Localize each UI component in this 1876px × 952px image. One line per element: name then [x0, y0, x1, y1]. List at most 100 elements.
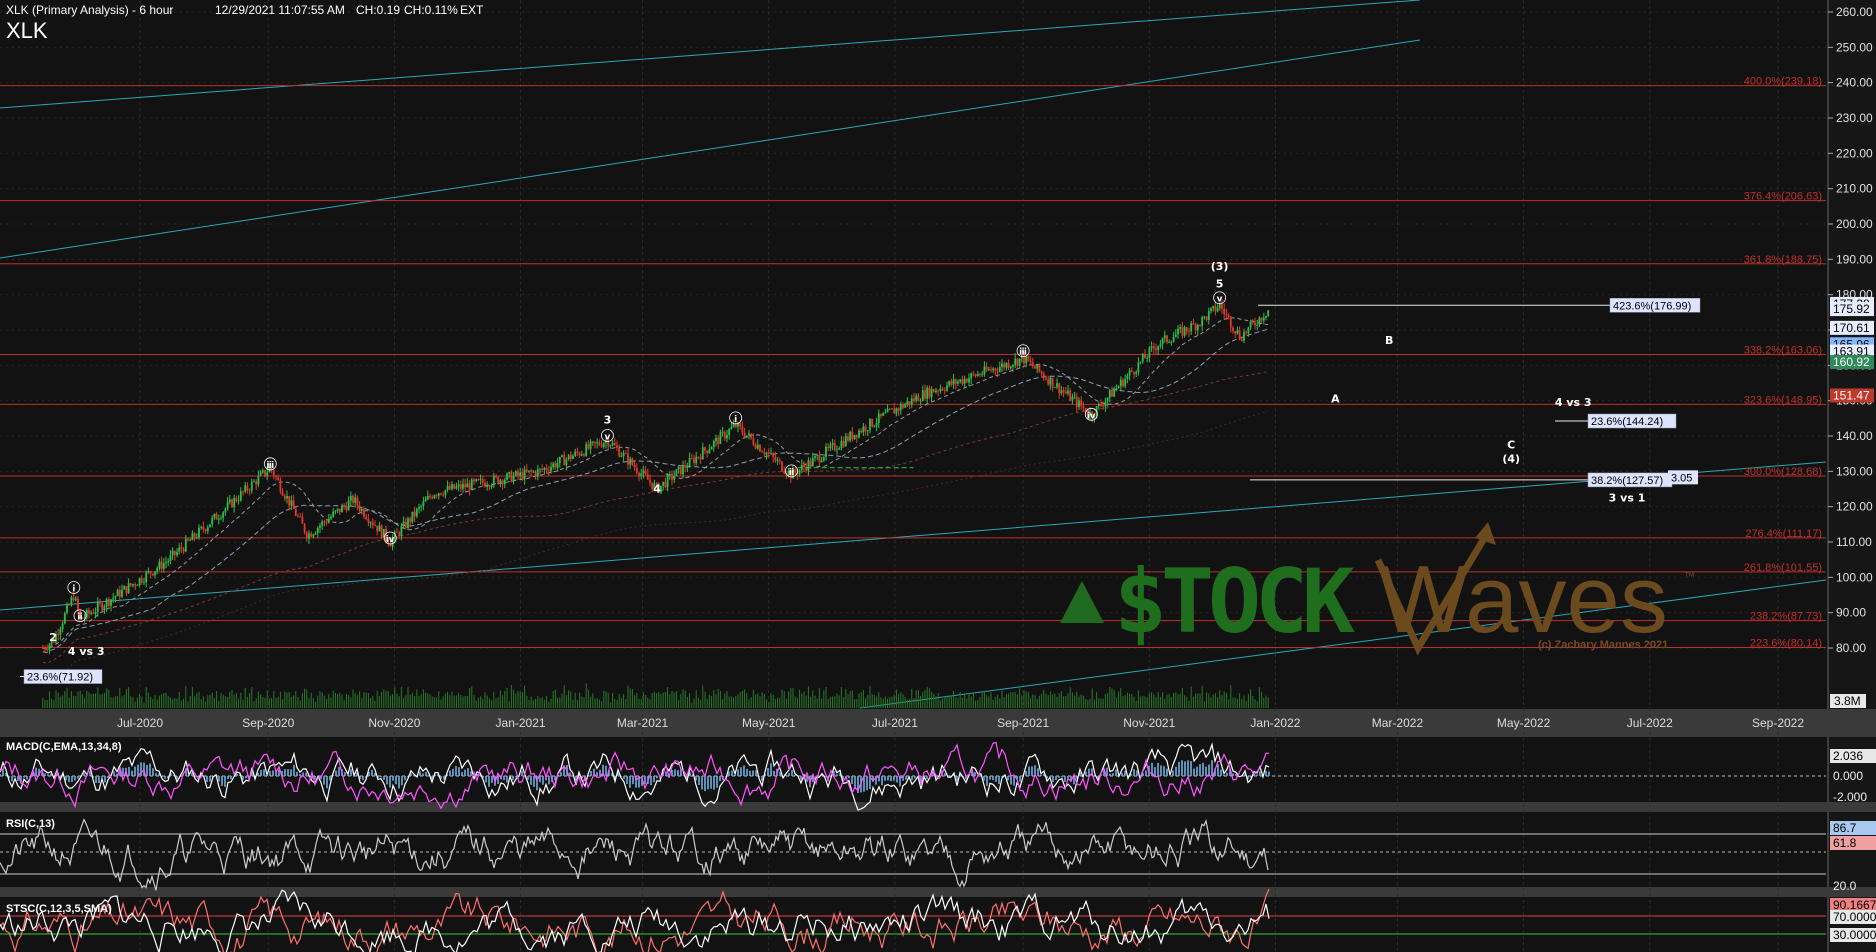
candle-body — [1005, 363, 1008, 368]
candle-body — [970, 373, 973, 379]
candle-body — [941, 388, 944, 391]
candle-body — [246, 485, 249, 491]
candle-body — [437, 493, 440, 496]
fib-level-label: 238.2%(87.73) — [1750, 611, 1822, 623]
candle-body — [301, 516, 304, 524]
candle-body — [59, 629, 62, 635]
candle-body — [1012, 364, 1014, 367]
candle-body — [976, 374, 979, 377]
candle-body — [642, 470, 645, 474]
candle-body — [644, 470, 647, 475]
candle-body — [118, 589, 121, 597]
candle-body — [189, 540, 192, 541]
candle-body — [217, 518, 220, 520]
candle-body — [541, 468, 544, 470]
candle-body — [884, 412, 887, 414]
candle-body — [554, 463, 557, 468]
candle-body — [365, 516, 368, 520]
target-box-label: 38.2%(127.57) — [1591, 475, 1663, 487]
candle-body — [184, 538, 187, 552]
candle-body — [180, 547, 183, 550]
candle-body — [525, 469, 528, 472]
rsi-tag-text: 20.0 — [1833, 879, 1857, 893]
candle-body — [550, 466, 552, 472]
candle-body — [1119, 379, 1122, 387]
candle-body — [952, 379, 955, 385]
candle-body — [532, 471, 535, 473]
candle-body — [981, 374, 984, 376]
candle-body — [578, 453, 581, 456]
candle-body — [138, 578, 141, 586]
candle-body — [829, 444, 832, 449]
candle-body — [466, 483, 469, 488]
candle-body — [649, 479, 651, 483]
candle-body — [453, 484, 456, 489]
candle-body — [776, 460, 779, 462]
candle-body — [121, 589, 123, 597]
candle-body — [745, 435, 748, 438]
candle-body — [662, 481, 665, 486]
candle-body — [1049, 377, 1052, 385]
candle-body — [231, 499, 233, 508]
candle-body — [1192, 323, 1195, 325]
candle-body — [1177, 328, 1179, 335]
candle-body — [1034, 366, 1036, 369]
candle-body — [904, 404, 907, 408]
candle-body — [750, 433, 753, 439]
candle-body — [63, 613, 66, 624]
price-axis-label: 110.00 — [1836, 535, 1872, 549]
candle-body — [596, 442, 599, 444]
candle-body — [455, 486, 458, 489]
candle-body — [48, 644, 51, 650]
candle-body — [1078, 400, 1080, 408]
candle-body — [400, 526, 403, 536]
candle-body — [162, 563, 165, 569]
candle-body — [1249, 321, 1252, 328]
candle-body — [224, 508, 227, 513]
time-axis-label: Jul-2020 — [117, 716, 163, 730]
candle-body — [512, 475, 515, 482]
candle-body — [508, 472, 511, 474]
candle-body — [695, 456, 698, 464]
candle-body — [778, 460, 781, 462]
candle-body — [261, 470, 264, 473]
candle-body — [132, 584, 134, 586]
candle-body — [1117, 386, 1120, 389]
candle-body — [290, 500, 293, 506]
candle-body — [1148, 347, 1151, 358]
candle-body — [1047, 379, 1050, 385]
price-chart[interactable]: 400.0%(239.18) 376.4%(206.63) 361.8%(188.7… — [0, 0, 1876, 952]
chart-window[interactable]: 400.0%(239.18) 376.4%(206.63) 361.8%(188.7… — [0, 0, 1876, 952]
candle-body — [1053, 387, 1056, 389]
price-axis-label: 80.00 — [1836, 641, 1866, 655]
candle-body — [950, 381, 953, 385]
candle-body — [380, 525, 383, 538]
rsi-tag-text: 61.8 — [1833, 836, 1857, 850]
candle-body — [187, 538, 189, 541]
fib-level-label: 338.2%(163.06) — [1744, 345, 1822, 357]
candle-body — [699, 457, 702, 460]
candle-body — [195, 537, 198, 539]
candle-body — [143, 582, 145, 583]
candle-body — [917, 395, 920, 402]
time-axis-label: Sep-2021 — [997, 716, 1049, 730]
candle-body — [521, 472, 524, 480]
candle-body — [809, 460, 812, 466]
candle-body — [723, 431, 726, 439]
candle-body — [948, 381, 951, 386]
stsc-title: STSC(C,12,3,5,SMA) — [6, 903, 112, 915]
wave-label: ⅱ — [77, 613, 82, 623]
candle-body — [1027, 356, 1030, 362]
candle-body — [277, 477, 280, 481]
candle-body — [360, 508, 363, 511]
candle-body — [182, 549, 185, 552]
candle-body — [959, 379, 962, 382]
candle-body — [1265, 315, 1267, 318]
fib-level-label: 223.6%(80.14) — [1750, 638, 1822, 650]
candle-body — [448, 485, 451, 490]
candle-body — [1188, 331, 1190, 333]
candle-body — [213, 513, 216, 518]
wave-label: ⅴ — [1217, 295, 1223, 305]
candle-body — [1080, 400, 1083, 407]
candle-body — [798, 469, 801, 475]
